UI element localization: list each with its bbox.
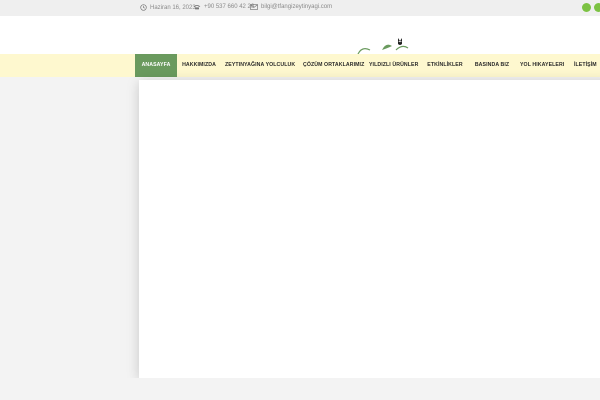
clock-icon	[140, 4, 147, 11]
nav-item-zeytinyagina-yolculuk[interactable]: ZEYTINYAĞINA YOLCULUK	[225, 54, 295, 77]
content-panel	[139, 80, 600, 378]
nav-item-iletisim[interactable]: İLETİŞİM	[574, 54, 600, 77]
phone-icon	[193, 5, 201, 10]
date-text: Haziran 16, 2023	[150, 4, 196, 11]
facebook-icon[interactable]	[582, 3, 591, 12]
nav-item-yildizli-urunler[interactable]: YILDIZLI ÜRÜNLER	[369, 54, 418, 77]
phone-text: +90 537 660 42 26	[204, 4, 255, 10]
twitter-icon[interactable]	[594, 3, 600, 12]
date-item: Haziran 16, 2023	[140, 4, 196, 11]
main-navigation: ANASAYFA HAKKIMIZDA ZEYTINYAĞINA YOLCULU…	[0, 54, 600, 77]
page-footer-area	[0, 378, 600, 400]
nav-item-hakkimizda[interactable]: HAKKIMIZDA	[181, 54, 217, 77]
email-text: bilgi@tfangizeytinyagi.com	[261, 4, 333, 10]
brand-logo[interactable]	[352, 36, 412, 56]
mail-icon	[250, 4, 258, 10]
nav-item-anasayfa[interactable]: ANASAYFA	[135, 54, 177, 77]
nav-item-cozum-ortaklarimiz[interactable]: ÇÖZÜM ORTAKLARIMIZ	[303, 54, 364, 77]
nav-item-basinda-biz[interactable]: BASINDA BIZ	[473, 54, 511, 77]
nav-item-yol-hikayeleri[interactable]: YOL HIKAYELERI	[520, 54, 564, 77]
phone-item[interactable]: +90 537 660 42 26	[193, 4, 254, 10]
header	[0, 16, 600, 54]
email-item[interactable]: bilgi@tfangizeytinyagi.com	[250, 4, 332, 10]
top-info-bar: Haziran 16, 2023 +90 537 660 42 26 bilgi…	[0, 0, 600, 16]
nav-item-etkinlikler[interactable]: ETKİNLİKLER	[426, 54, 464, 77]
